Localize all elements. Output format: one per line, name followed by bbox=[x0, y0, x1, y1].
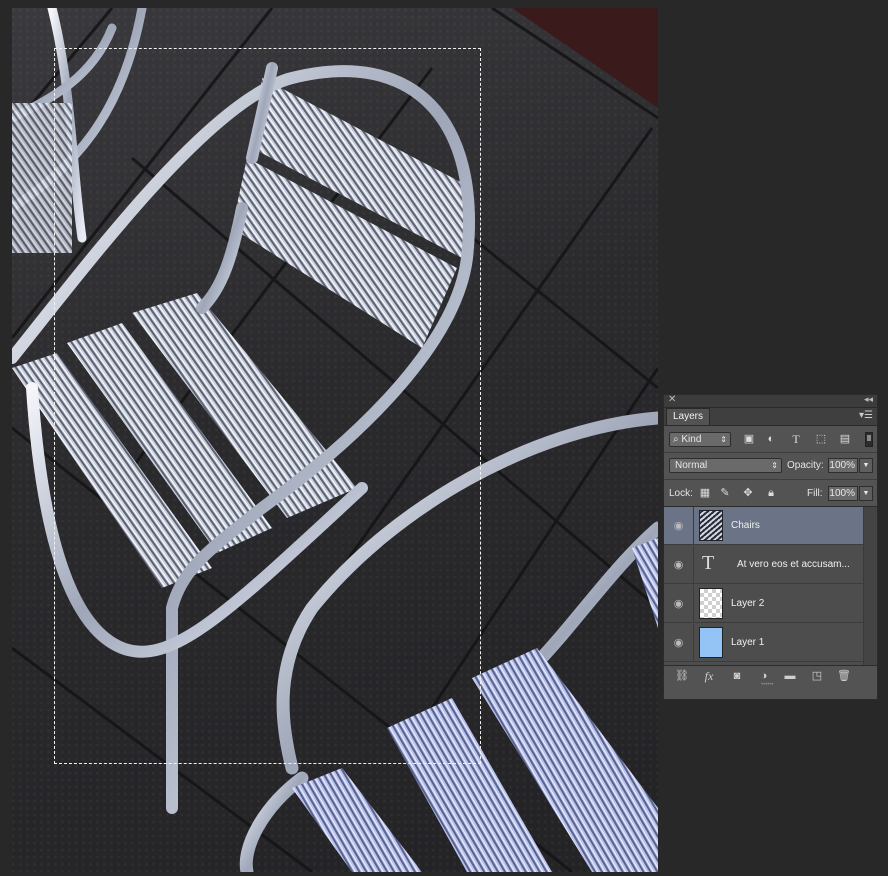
image-filter-icon[interactable]: ▣ bbox=[743, 434, 755, 445]
layer-list-scrollbar[interactable] bbox=[863, 507, 877, 665]
shape-filter-icon[interactable]: ⬚ bbox=[815, 434, 827, 445]
opacity-dropdown-icon[interactable]: ▼ bbox=[859, 458, 873, 473]
new-group-icon[interactable]: ▬ bbox=[783, 670, 797, 683]
chevron-updown-icon: ⇕ bbox=[771, 461, 778, 470]
lock-transparency-icon[interactable]: ▦ bbox=[699, 487, 711, 499]
layers-panel: ✕ ◂◂ Layers ▾☰ ⌕ Kind ⇕ ▣ ◐ T ⬚ ▤ Normal… bbox=[663, 394, 878, 700]
smart-object-filter-icon[interactable]: ▤ bbox=[839, 434, 851, 445]
lock-label: Lock: bbox=[669, 488, 693, 499]
panel-header: ✕ ◂◂ bbox=[664, 394, 877, 408]
search-icon: ⌕ bbox=[673, 434, 679, 445]
visibility-eye-icon[interactable]: ◉ bbox=[664, 546, 694, 584]
document-canvas[interactable] bbox=[12, 8, 658, 872]
layer-row-text[interactable]: ◉ T At vero eos et accusam... bbox=[664, 546, 864, 584]
selection-marquee[interactable] bbox=[54, 48, 481, 764]
visibility-eye-icon[interactable]: ◉ bbox=[664, 507, 694, 545]
chevron-updown-icon: ⇕ bbox=[720, 435, 727, 444]
opacity-field[interactable]: 100% bbox=[828, 458, 858, 473]
add-mask-icon[interactable]: ◙ bbox=[730, 670, 744, 683]
fill-dropdown-icon[interactable]: ▼ bbox=[859, 486, 873, 501]
fill-label: Fill: bbox=[807, 488, 823, 499]
collapse-panel-icon[interactable]: ◂◂ bbox=[864, 394, 873, 405]
blend-mode-value: Normal bbox=[675, 460, 708, 471]
new-layer-icon[interactable]: ◳ bbox=[810, 670, 824, 683]
filter-kind-label: Kind bbox=[681, 434, 702, 445]
layer-name[interactable]: Chairs bbox=[731, 520, 760, 531]
visibility-eye-icon[interactable]: ◉ bbox=[664, 624, 694, 662]
filter-kind-select[interactable]: ⌕ Kind ⇕ bbox=[669, 432, 731, 447]
link-layers-icon[interactable]: ⛓ bbox=[675, 670, 689, 683]
type-filter-icon[interactable]: T bbox=[790, 433, 802, 445]
fill-field[interactable]: 100% bbox=[828, 486, 858, 501]
trash-icon[interactable]: 🗑︎ bbox=[837, 670, 851, 683]
layer-name[interactable]: At vero eos et accusam... bbox=[737, 559, 850, 570]
layer-name[interactable]: Layer 2 bbox=[731, 598, 764, 609]
layer-name[interactable]: Layer 1 bbox=[731, 637, 764, 648]
blend-row: Normal ⇕ Opacity: 100% ▼ bbox=[664, 453, 877, 480]
layer-thumbnail bbox=[699, 510, 723, 541]
tab-layers[interactable]: Layers bbox=[666, 408, 711, 425]
layer-thumbnail bbox=[699, 627, 723, 658]
panel-menu-icon[interactable]: ▾☰ bbox=[859, 410, 873, 421]
panel-resize-grip[interactable]: •••••• bbox=[761, 682, 781, 688]
layer-list: ◉ Chairs ◉ T At vero eos et accusam... ◉… bbox=[664, 507, 877, 665]
layer-filter-row: ⌕ Kind ⇕ ▣ ◐ T ⬚ ▤ bbox=[664, 426, 877, 453]
lock-position-icon[interactable]: ✥ bbox=[742, 487, 754, 499]
filter-toggle[interactable] bbox=[865, 432, 873, 447]
visibility-eye-icon[interactable]: ◉ bbox=[664, 585, 694, 623]
lock-all-icon[interactable]: 🔒︎ bbox=[765, 487, 777, 499]
close-panel-icon[interactable]: ✕ bbox=[668, 394, 676, 405]
opacity-label: Opacity: bbox=[787, 460, 824, 471]
layer-row-layer-2[interactable]: ◉ Layer 2 bbox=[664, 585, 864, 623]
blend-mode-select[interactable]: Normal ⇕ bbox=[669, 458, 782, 473]
lock-row: Lock: ▦ ✎ ✥ 🔒︎ Fill: 100% ▼ bbox=[664, 480, 877, 507]
fx-icon[interactable]: fx bbox=[702, 670, 716, 683]
layer-thumbnail bbox=[699, 588, 723, 619]
lock-paint-icon[interactable]: ✎ bbox=[719, 487, 731, 499]
adjustment-filter-icon[interactable]: ◐ bbox=[765, 434, 777, 445]
layers-bottom-toolbar: ⛓ fx ◙ ◑ ▬ ◳ 🗑︎ •••••• bbox=[664, 665, 877, 688]
layer-row-layer-1[interactable]: ◉ Layer 1 bbox=[664, 624, 864, 662]
panel-tab-row: Layers ▾☰ bbox=[664, 408, 877, 426]
layer-row-chairs[interactable]: ◉ Chairs bbox=[664, 507, 864, 545]
type-layer-icon: T bbox=[702, 552, 715, 574]
